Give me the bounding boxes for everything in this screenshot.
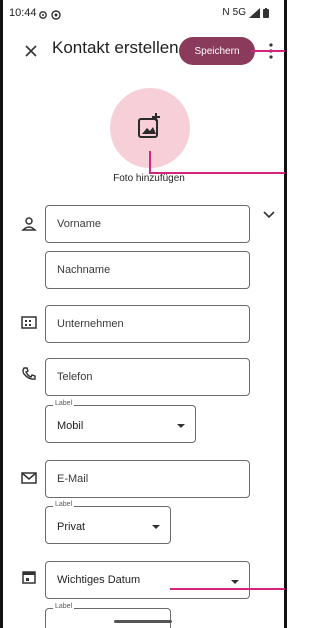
phone-field[interactable]: Telefon (45, 358, 250, 396)
gear-icon (39, 11, 47, 19)
status-bar: 10:44 N 5G (0, 0, 287, 30)
app-bar: Kontakt erstellen Speichern (0, 30, 287, 70)
phone-type-value: Mobil (57, 420, 84, 432)
date-select[interactable]: Wichtiges Datum (45, 561, 250, 599)
annotation-line-save (251, 50, 285, 52)
status-left-icons (38, 8, 68, 20)
nfc-icon: N (222, 7, 230, 18)
battery-icon (263, 7, 269, 18)
record-icon (51, 10, 61, 20)
phone-icon (21, 366, 37, 382)
email-type-select[interactable]: Label Privat (45, 501, 171, 544)
person-icon (21, 216, 37, 232)
date-label-select[interactable]: Label (45, 603, 171, 628)
email-type-value: Privat (57, 521, 86, 533)
save-button[interactable]: Speichern (179, 37, 255, 65)
email-type-label: Label (53, 501, 75, 508)
company-placeholder: Unternehmen (57, 318, 124, 330)
email-field[interactable]: E-Mail (45, 460, 250, 498)
close-icon (25, 45, 37, 57)
page-title: Kontakt erstellen (52, 38, 179, 57)
calendar-icon (21, 569, 37, 585)
chevron-down-icon (263, 211, 275, 219)
annotation-line-date (170, 588, 285, 590)
annotation-line-photo-vertical (149, 151, 151, 174)
screen: 10:44 N 5G Kontakt erstellen Speichern F… (0, 0, 287, 628)
phone-placeholder: Telefon (57, 371, 93, 383)
last-name-field[interactable]: Nachname (45, 251, 250, 289)
email-icon (21, 470, 37, 486)
dropdown-arrow-icon (231, 580, 239, 584)
phone-type-select[interactable]: Label Mobil (45, 400, 196, 443)
dropdown-arrow-icon (152, 525, 160, 529)
email-placeholder: E-Mail (57, 473, 89, 485)
phone-type-label: Label (53, 400, 75, 407)
right-bezel (284, 0, 287, 628)
first-name-placeholder: Vorname (57, 218, 102, 230)
signal-icon (249, 7, 260, 18)
add-photo-label: Foto hinzufügen (113, 173, 185, 184)
date-placeholder: Wichtiges Datum (57, 574, 141, 586)
company-icon (21, 314, 37, 330)
dropdown-arrow-icon (177, 424, 185, 428)
left-bezel (0, 0, 3, 628)
close-button[interactable] (20, 40, 42, 62)
last-name-placeholder: Nachname (57, 264, 111, 276)
date-label-label: Label (53, 603, 75, 610)
status-right: N 5G (222, 7, 269, 18)
first-name-field[interactable]: Vorname (45, 205, 250, 243)
gesture-nav-bar[interactable] (114, 620, 172, 623)
annotation-line-photo-horizontal (149, 172, 285, 174)
company-field[interactable]: Unternehmen (45, 305, 250, 343)
expand-name-button[interactable] (262, 208, 276, 222)
network-label: 5G (232, 7, 246, 18)
status-time: 10:44 (9, 7, 37, 19)
